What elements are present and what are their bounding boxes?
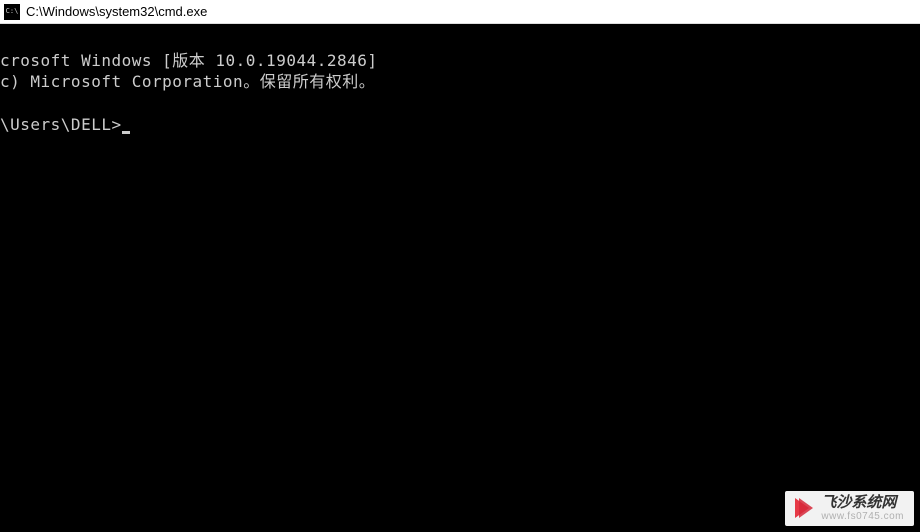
- watermark-text-group: 飞沙系统网 www.fs0745.com: [821, 495, 904, 523]
- terminal-output[interactable]: crosoft Windows [版本 10.0.19044.2846] c) …: [0, 24, 920, 532]
- copyright-line: c) Microsoft Corporation。保留所有权利。: [0, 72, 375, 91]
- prompt-text: \Users\DELL>: [0, 115, 122, 134]
- window-title: C:\Windows\system32\cmd.exe: [26, 4, 207, 19]
- watermark: 飞沙系统网 www.fs0745.com: [785, 491, 914, 527]
- watermark-url: www.fs0745.com: [821, 511, 904, 522]
- cmd-icon: [4, 4, 20, 20]
- title-bar[interactable]: C:\Windows\system32\cmd.exe: [0, 0, 920, 24]
- watermark-icon: [791, 496, 815, 520]
- watermark-title: 飞沙系统网: [821, 495, 904, 512]
- cursor: [122, 131, 130, 134]
- version-line: crosoft Windows [版本 10.0.19044.2846]: [0, 51, 378, 70]
- prompt-line: \Users\DELL>: [0, 115, 130, 134]
